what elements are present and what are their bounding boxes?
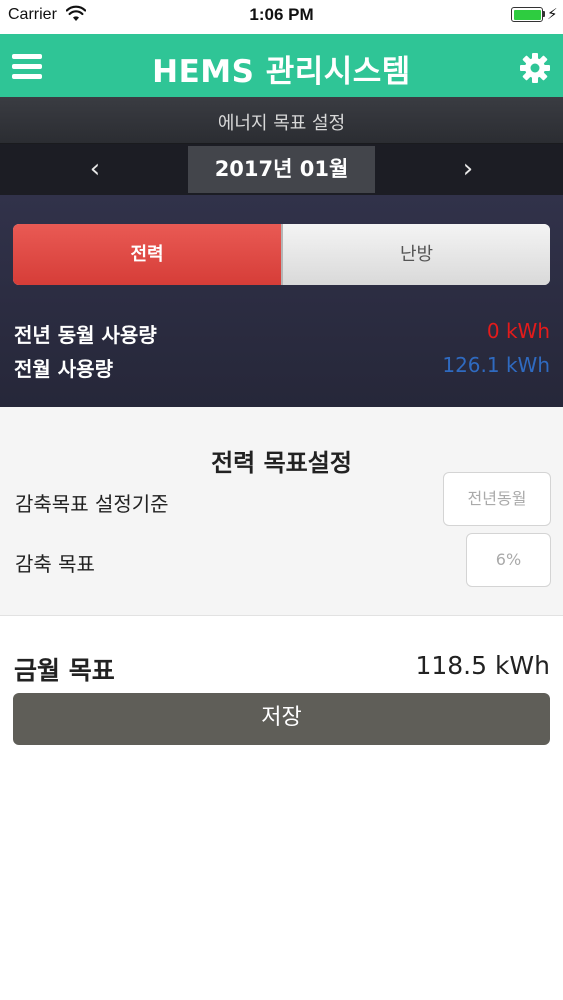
reduction-target-input[interactable]: 6%: [466, 533, 551, 587]
gear-icon[interactable]: [519, 52, 551, 84]
reduction-basis-label: 감축목표 설정기준: [15, 492, 169, 516]
previous-month-button[interactable]: ‹: [65, 144, 125, 195]
last-year-usage-value: 0 kWh: [486, 319, 550, 343]
month-selector: ‹ 2017년 01월 ›: [0, 144, 563, 195]
last-month-usage-row: 전월 사용량 126.1 kWh: [14, 353, 550, 385]
clock: 1:06 PM: [249, 5, 314, 24]
monthly-target-value: 118.5 kWh: [415, 651, 550, 680]
status-bar: Carrier 1:06 PM ⚡: [0, 0, 563, 34]
last-month-usage-label: 전월 사용량: [14, 357, 113, 381]
last-month-usage-value: 126.1 kWh: [442, 353, 550, 377]
last-year-usage-row: 전년 동월 사용량 0 kWh: [14, 319, 550, 351]
current-month: 2017년 01월: [188, 146, 375, 193]
tab-heating[interactable]: 난방: [281, 224, 550, 285]
tab-electricity[interactable]: 전력: [13, 224, 281, 285]
charging-icon: ⚡: [547, 5, 558, 23]
page-subtitle: 에너지 목표 설정: [217, 113, 346, 134]
reduction-target-label: 감축 목표: [15, 552, 95, 576]
next-month-button[interactable]: ›: [438, 144, 498, 195]
usage-summary-panel: 전력 난방 전년 동월 사용량 0 kWh 전월 사용량 126.1 kWh: [0, 195, 563, 407]
last-year-usage-label: 전년 동월 사용량: [14, 323, 157, 347]
save-button[interactable]: 저장: [13, 693, 550, 745]
reduction-basis-select[interactable]: 전년동월: [443, 472, 551, 526]
app-bar: HEMS 관리시스템: [0, 34, 563, 97]
monthly-target-label: 금월 목표: [14, 656, 115, 685]
battery-icon: [511, 7, 543, 22]
page-subtitle-bar: 에너지 목표 설정: [0, 97, 563, 144]
battery-tip: [543, 11, 545, 17]
goal-setting-card: 전력 목표설정 감축목표 설정기준 전년동월 감축 목표 6%: [0, 407, 563, 616]
app-title: HEMS 관리시스템: [152, 54, 411, 90]
energy-type-segmented-control: 전력 난방: [13, 224, 550, 285]
